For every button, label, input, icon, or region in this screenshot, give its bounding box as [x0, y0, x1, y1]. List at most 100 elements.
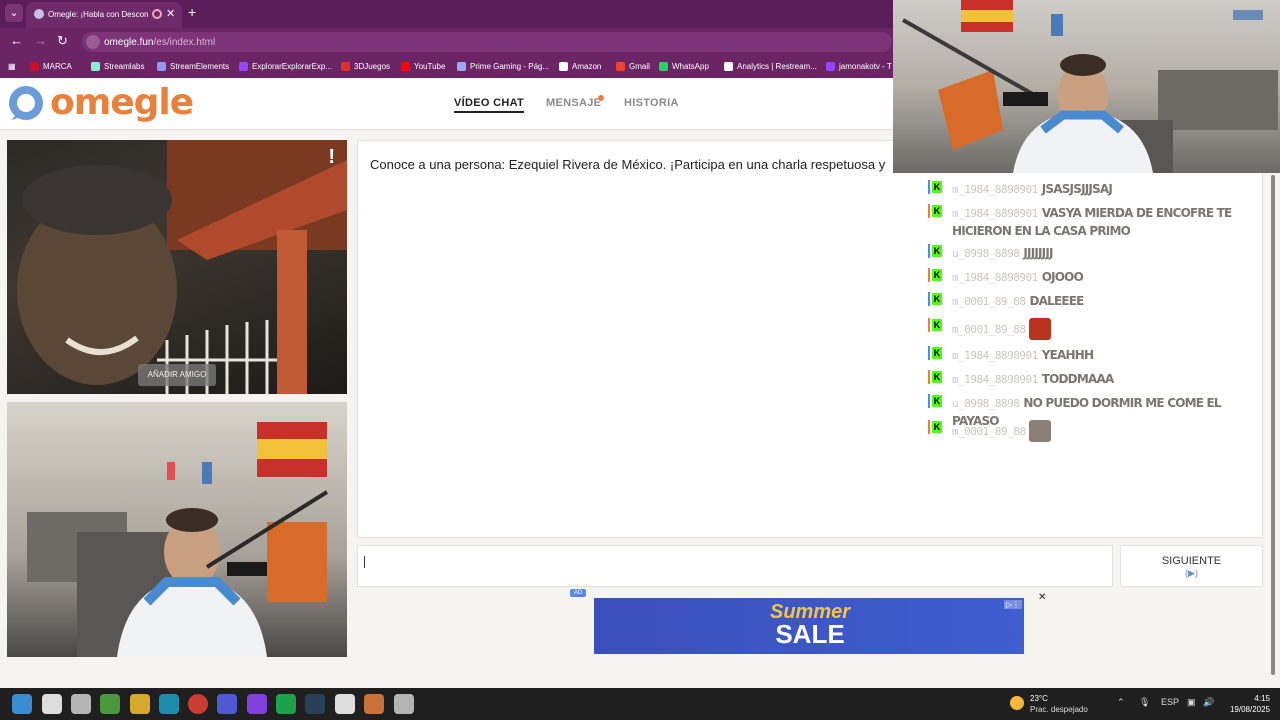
clock-time: 4:15: [1254, 694, 1270, 703]
bookmark-item[interactable]: Gmail: [616, 62, 650, 71]
search-icon[interactable]: [42, 694, 62, 714]
site-info-icon[interactable]: [86, 35, 100, 49]
chat-text: TODDMAAA: [1041, 372, 1115, 386]
browser-tab-omegle[interactable]: Omegle: ¡Habla con Descon ✕: [26, 2, 182, 28]
ad-badge: AD: [570, 589, 586, 597]
message-input[interactable]: [357, 545, 1113, 587]
url-field[interactable]: omegle.fun/es/index.html: [82, 32, 892, 52]
apps-grid-icon[interactable]: ▦: [8, 62, 16, 71]
next-button-label: SIGUIENTE: [1161, 555, 1222, 567]
weather-icon: [1010, 696, 1024, 710]
obs-icon[interactable]: [394, 694, 414, 714]
bookmark-favicon-icon: [239, 62, 248, 71]
message-accent-bar: [928, 346, 930, 360]
microphone-icon[interactable]: 🎙: [1139, 697, 1150, 708]
bookmark-item[interactable]: ExplorarExplorarExp...: [239, 62, 332, 71]
ad-banner[interactable]: Summer SALE ▷⋮: [594, 598, 1024, 654]
tray-chevron-icon[interactable]: ⌃: [1117, 697, 1125, 708]
file-explorer-icon[interactable]: [130, 694, 150, 714]
chat-username: m_1984_8898901: [952, 373, 1038, 386]
ad-choices-icon[interactable]: ▷⋮: [1003, 600, 1022, 609]
chat-text: JSASJSJJJSAJ: [1041, 182, 1113, 196]
system-clock[interactable]: 4:15 19/08/2025: [1222, 693, 1270, 715]
back-arrow-icon[interactable]: ←: [10, 33, 23, 48]
weather-condition: Prac. despejado: [1030, 705, 1088, 714]
tab-favicon-icon: [34, 9, 44, 19]
game-app-icon[interactable]: [364, 694, 384, 714]
tab-history[interactable]: HISTORIA: [624, 97, 679, 109]
stranger-video-image: [17, 140, 347, 394]
message-accent-bar: [928, 370, 930, 384]
page-scrollbar[interactable]: [1271, 175, 1275, 675]
stream-chat-message: Km_1984_8898901 VASYA MIERDA DE ENCOFRE T…: [928, 204, 1252, 240]
tab-message[interactable]: MENSAJE: [546, 97, 601, 109]
stream-chat-message: Ku_8998_8898 JJJJJJJJ: [928, 244, 1252, 262]
bookmark-item[interactable]: jamonakotv - T: [826, 62, 892, 71]
chrome-icon[interactable]: [188, 694, 208, 714]
kick-icon: K: [932, 371, 942, 383]
chat-username: m_0001_89_88: [952, 425, 1026, 439]
bookmark-item[interactable]: Amazon: [559, 62, 601, 71]
chat-username: u_8998_8898: [952, 397, 1020, 410]
stream-chat-message: Km_1984_8898901 TODDMAAA: [928, 370, 1252, 388]
edge-icon[interactable]: [159, 694, 179, 714]
next-button-hint: (▶): [1185, 568, 1198, 578]
message-accent-bar: [928, 292, 930, 306]
add-friend-button[interactable]: AÑADIR AMIGO: [138, 364, 216, 386]
bookmark-item[interactable]: Streamlabs: [91, 62, 144, 71]
bookmark-item[interactable]: StreamElements: [157, 62, 229, 71]
chat-intro-text: Conoce a una persona: Ezequiel Rivera de…: [370, 157, 886, 172]
bookmark-favicon-icon: [341, 62, 350, 71]
kick-icon: K: [932, 395, 942, 407]
stream-chat-message: Km_1984_8898901 YEAHHH: [928, 346, 1252, 364]
bookmark-label: Streamlabs: [104, 62, 145, 71]
bookmark-item[interactable]: Analytics | Restream...: [724, 62, 817, 71]
spotify-icon[interactable]: [276, 694, 296, 714]
stranger-video: ! AÑADIR AMIGO: [7, 140, 347, 394]
bookmark-label: Analytics | Restream...: [737, 62, 817, 71]
tab-video-chat[interactable]: VÍDEO CHAT: [454, 97, 525, 113]
bookmark-item[interactable]: 3DJuegos: [341, 62, 390, 71]
capcut-icon[interactable]: [335, 694, 355, 714]
bookmark-item[interactable]: MARCA: [30, 62, 72, 71]
bookmark-label: YouTube: [414, 62, 446, 71]
bookmark-favicon-icon: [30, 62, 39, 71]
language-indicator[interactable]: ESP: [1161, 697, 1179, 707]
xbox-icon[interactable]: [100, 694, 120, 714]
volume-icon[interactable]: 🔊: [1203, 697, 1214, 708]
omegle-logo-icon[interactable]: [7, 84, 45, 122]
next-button[interactable]: SIGUIENTE (▶): [1120, 545, 1263, 587]
bookmark-favicon-icon: [724, 62, 733, 71]
message-accent-bar: [928, 244, 930, 258]
tab-close-icon[interactable]: ✕: [166, 7, 175, 20]
chat-app-icon[interactable]: [247, 694, 267, 714]
ad-close-button[interactable]: ✕: [1038, 592, 1046, 603]
bookmark-favicon-icon: [91, 62, 100, 71]
bookmark-item[interactable]: WhatsApp: [659, 62, 709, 71]
start-windows-icon[interactable]: [12, 694, 32, 714]
network-icon[interactable]: ▣: [1187, 697, 1196, 708]
kick-icon: K: [932, 205, 942, 217]
new-tab-button[interactable]: +: [188, 4, 196, 20]
forward-arrow-icon[interactable]: →: [34, 33, 47, 48]
reload-icon[interactable]: ↻: [57, 33, 68, 49]
message-accent-bar: [928, 204, 930, 218]
bookmark-item[interactable]: Prime Gaming - Pág...: [457, 62, 549, 71]
tab-search-button[interactable]: ⌄: [5, 4, 23, 22]
omegle-logo-text[interactable]: omegle: [50, 82, 194, 123]
bookmark-label: jamonakotv - T: [839, 62, 892, 71]
steam-icon[interactable]: [305, 694, 325, 714]
bookmark-favicon-icon: [157, 62, 166, 71]
kick-icon: K: [932, 293, 942, 305]
chat-username: m_1984_8898901: [952, 271, 1038, 284]
task-view-icon[interactable]: [71, 694, 91, 714]
chat-text: YEAHHH: [1041, 348, 1094, 362]
discord-icon[interactable]: [217, 694, 237, 714]
streamer-webcam: [893, 0, 1280, 173]
bookmark-label: MARCA: [43, 62, 72, 71]
bookmark-item[interactable]: YouTube: [401, 62, 445, 71]
bookmark-favicon-icon: [457, 62, 466, 71]
bookmark-favicon-icon: [401, 62, 410, 71]
tab-title: Omegle: ¡Habla con Descon: [48, 10, 148, 19]
report-button[interactable]: !: [328, 146, 335, 169]
